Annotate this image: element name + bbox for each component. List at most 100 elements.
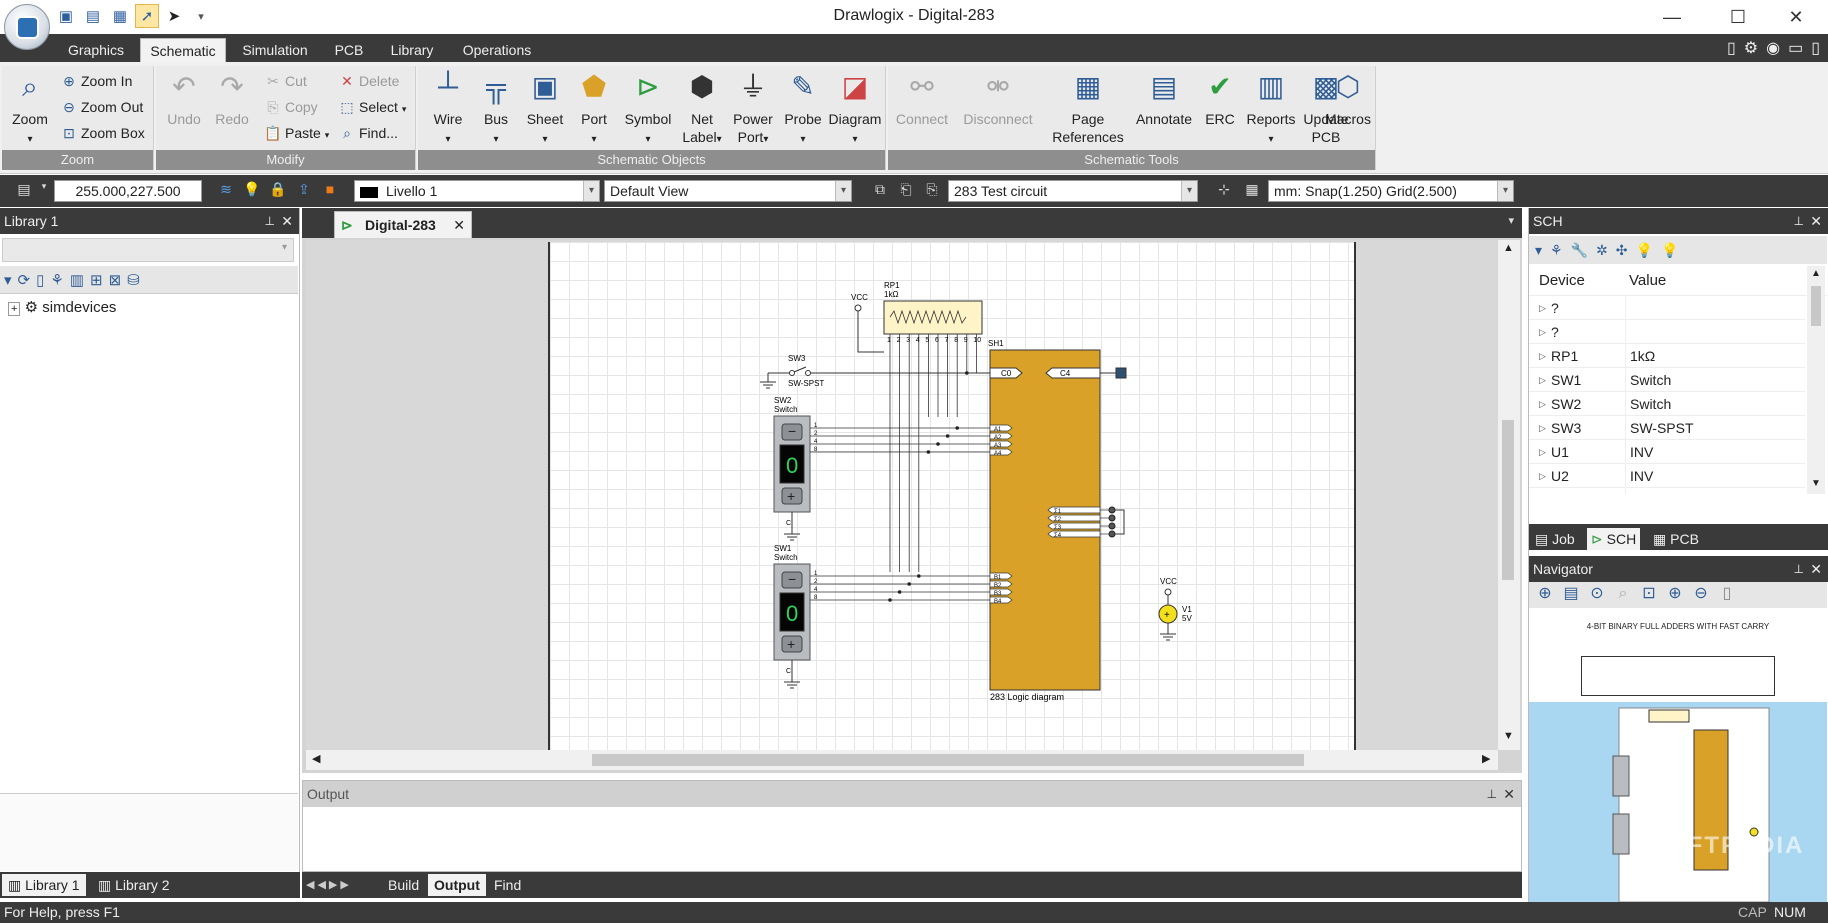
- zoom-box-button[interactable]: ⊡ Zoom Box: [60, 122, 145, 144]
- tab-pcb-panel[interactable]: ▦ PCB: [1653, 528, 1699, 550]
- tab-graphics[interactable]: Graphics: [56, 38, 136, 62]
- nav-page-icon[interactable]: ▤: [1559, 582, 1583, 606]
- nav-zoom-out-icon[interactable]: ⊖: [1689, 582, 1713, 606]
- zoom-button[interactable]: ⌕ Zoom ▾: [6, 68, 54, 149]
- sch-scrollbar[interactable]: ▲ ▼: [1807, 266, 1825, 494]
- sch-close-icon[interactable]: ✕: [1810, 208, 1822, 234]
- row-expand-icon[interactable]: ▷: [1539, 464, 1546, 488]
- diagram-button[interactable]: ◪ Diagram ▾: [826, 68, 884, 149]
- layer-color-icon[interactable]: ■: [320, 181, 340, 201]
- tab-job[interactable]: ▤ Job: [1535, 528, 1575, 550]
- page-setup-dropdown-icon[interactable]: ▾: [34, 181, 54, 201]
- library-grid-icon[interactable]: ⊞: [90, 271, 103, 289]
- sch-table-row[interactable]: ▷ SW1 Switch: [1529, 368, 1805, 392]
- horizontal-scrollbar[interactable]: ◀ ▶: [306, 750, 1498, 770]
- resistor-pack[interactable]: [883, 300, 983, 335]
- library-menu-icon[interactable]: ▾: [4, 271, 12, 289]
- nav-fit-icon[interactable]: ⊕: [1533, 582, 1557, 606]
- library-filter-dropdown[interactable]: ▾: [2, 238, 294, 262]
- port-c4[interactable]: [1045, 367, 1101, 379]
- copy-button[interactable]: ⎘ Copy: [264, 96, 317, 118]
- sch-tree-icon[interactable]: ⚘: [1550, 242, 1563, 259]
- tab-library[interactable]: Library: [382, 38, 442, 62]
- lightbulb-icon[interactable]: 💡: [242, 181, 262, 201]
- layer-select[interactable]: Livello 1 ▾: [354, 180, 600, 202]
- disconnect-button[interactable]: ⚮ Disconnect: [956, 68, 1040, 128]
- maximize-button[interactable]: ☐: [1712, 0, 1764, 34]
- snap-grid-select[interactable]: mm: Snap(1.250) Grid(2.500) ▾: [1268, 180, 1514, 202]
- nav-zoom-100-icon[interactable]: ⊙: [1585, 582, 1609, 606]
- grid-icon[interactable]: ▦: [1242, 181, 1262, 201]
- tab-nav-arrows-icon[interactable]: ◀◀▶▶: [306, 874, 352, 896]
- scroll-down-icon[interactable]: ▼: [1503, 730, 1514, 742]
- bus-button[interactable]: ╦ Bus ▾: [476, 68, 516, 149]
- sch-table-row[interactable]: ▷ U2 INV: [1529, 464, 1805, 488]
- row-expand-icon[interactable]: ▷: [1539, 440, 1546, 464]
- sheet-forward-icon[interactable]: ⎘: [922, 181, 942, 201]
- library-database-icon[interactable]: ⛁: [127, 271, 140, 289]
- sch-bulb-icon[interactable]: 💡: [1636, 242, 1653, 259]
- sch-menu-icon[interactable]: ▾: [1535, 242, 1542, 259]
- sch-tool2-icon[interactable]: ✲: [1596, 242, 1608, 259]
- tab-schematic[interactable]: Schematic: [140, 38, 226, 62]
- probe-button[interactable]: ✎ Probe ▾: [780, 68, 826, 149]
- c4-probe[interactable]: [1115, 367, 1127, 379]
- sch-pin-icon[interactable]: ⊥: [1794, 208, 1804, 234]
- output-close-icon[interactable]: ✕: [1503, 781, 1515, 807]
- nav-zoom-in-icon[interactable]: ⊕: [1663, 582, 1687, 606]
- redo-button[interactable]: ↷ Redo: [210, 68, 254, 128]
- sch-table-row[interactable]: ▷?: [1529, 320, 1805, 344]
- doc-list-icon[interactable]: ▾: [1508, 214, 1514, 227]
- tab-output[interactable]: Output: [428, 874, 486, 896]
- wire-button[interactable]: ┴ Wire ▾: [426, 68, 470, 149]
- horizontal-scroll-thumb[interactable]: [592, 754, 1304, 766]
- port-button[interactable]: ⬟ Port ▾: [574, 68, 614, 149]
- row-expand-icon[interactable]: ▷: [1539, 392, 1546, 416]
- sum-probe[interactable]: [1108, 522, 1116, 530]
- navigator-viewport[interactable]: SOFTPEDIA: [1529, 702, 1827, 903]
- view-select[interactable]: Default View ▾: [604, 180, 852, 202]
- pin-icon[interactable]: ⊥: [265, 208, 275, 234]
- sch-table-row[interactable]: ▷ U3 NOR2: [1529, 488, 1805, 494]
- row-expand-icon[interactable]: ▷: [1539, 320, 1546, 344]
- lock-icon[interactable]: 🔒: [268, 181, 288, 201]
- sch-table-row[interactable]: ▷ RP1 1kΩ: [1529, 344, 1805, 368]
- page-setup-icon[interactable]: ▤: [14, 181, 34, 201]
- connect-button[interactable]: ⚯ Connect: [890, 68, 954, 128]
- row-expand-icon[interactable]: ▷: [1539, 296, 1546, 320]
- sch-scroll-up-icon[interactable]: ▲: [1811, 268, 1821, 279]
- sch-table-row[interactable]: ▷?: [1529, 296, 1805, 320]
- close-tab-icon[interactable]: ✕: [453, 212, 465, 238]
- select-button[interactable]: ⬚ Select ▾: [338, 96, 406, 118]
- tab-digital-283[interactable]: ⊳ Digital-283 ✕: [334, 211, 472, 238]
- row-expand-icon[interactable]: ▷: [1539, 368, 1546, 392]
- sch-table-row[interactable]: ▷ SW3 SW-SPST: [1529, 416, 1805, 440]
- sch-table-row[interactable]: ▷ U1 INV: [1529, 440, 1805, 464]
- tab-build[interactable]: Build: [388, 874, 419, 896]
- power-port-button[interactable]: ⏚ Power Port▾: [730, 68, 776, 149]
- library-new-icon[interactable]: ▯: [36, 271, 44, 289]
- paste-button[interactable]: 📋 Paste ▾: [264, 122, 329, 144]
- net-label-button[interactable]: ⬢ Net Label▾: [680, 68, 724, 149]
- settings-icon[interactable]: ⚙: [1744, 38, 1758, 58]
- row-expand-icon[interactable]: ▷: [1539, 416, 1546, 440]
- snap-icon[interactable]: ⊹: [1214, 181, 1234, 201]
- tree-item-simdevices[interactable]: + ⚙ simdevices: [8, 298, 116, 316]
- delete-button[interactable]: ✕ Delete: [338, 70, 399, 92]
- scroll-left-icon[interactable]: ◀: [312, 752, 320, 765]
- sch-wrench-icon[interactable]: 🔧: [1571, 242, 1588, 259]
- sheet-button[interactable]: ▣ Sheet ▾: [522, 68, 568, 149]
- schematic-sheet[interactable]: VCC RP1 1kΩ 1 2 3 4 5 6 7 8 9 10 SW3 SW-SPST SH1 …: [548, 242, 1356, 750]
- battery-icon[interactable]: ▯: [1727, 38, 1736, 58]
- library-book-icon[interactable]: ▥: [70, 271, 84, 289]
- sum-probe[interactable]: [1108, 530, 1116, 538]
- library-tree-icon[interactable]: ⚘: [50, 271, 63, 289]
- macros-button[interactable]: ⬡ Macros: [1320, 68, 1376, 128]
- find-button[interactable]: ⌕ Find...: [338, 122, 398, 144]
- layers-icon[interactable]: ≋: [216, 181, 236, 201]
- row-expand-icon[interactable]: ▷: [1539, 488, 1546, 494]
- library-refresh-icon[interactable]: ⟳: [18, 271, 31, 289]
- scroll-up-icon[interactable]: ▲: [1503, 242, 1514, 254]
- circuit-select[interactable]: 283 Test circuit ▾: [948, 180, 1198, 202]
- page-references-button[interactable]: ▦ Page References: [1048, 68, 1128, 146]
